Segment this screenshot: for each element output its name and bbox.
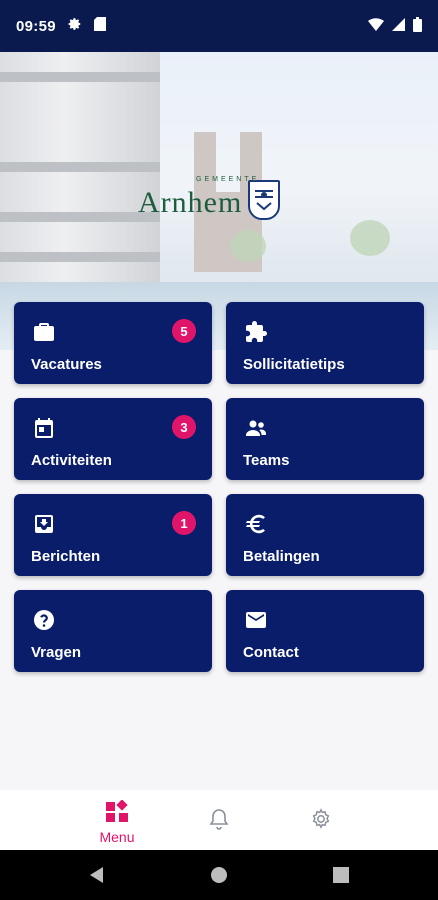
gear-icon <box>310 808 332 835</box>
status-time: 09:59 <box>16 17 56 35</box>
coat-of-arms-icon <box>248 180 281 220</box>
tile-label: Vragen <box>31 644 82 661</box>
wifi-icon <box>368 17 384 35</box>
mail-icon <box>244 608 268 632</box>
tile-label: Teams <box>243 452 290 469</box>
nav-menu-label: Menu <box>99 829 135 845</box>
back-icon[interactable] <box>88 866 106 889</box>
tile-label: Vacatures <box>31 356 102 373</box>
calendar-icon <box>32 416 56 440</box>
euro-icon <box>244 512 268 536</box>
home-icon[interactable] <box>210 866 228 889</box>
system-navigation-bar <box>0 850 438 900</box>
tile-label: Berichten <box>31 548 101 565</box>
status-right-icons <box>368 16 422 36</box>
tile-activiteiten[interactable]: 3 Activiteiten <box>14 398 212 480</box>
menu-grid-icon <box>106 799 128 827</box>
tile-vacatures[interactable]: 5 Vacatures <box>14 302 212 384</box>
sd-card-icon <box>93 17 106 35</box>
logo-name: Arnhem <box>138 186 243 219</box>
tile-label: Contact <box>243 644 299 661</box>
bell-icon <box>209 808 229 835</box>
tile-vragen[interactable]: Vragen <box>14 590 212 672</box>
people-icon <box>244 416 268 440</box>
notification-badge: 3 <box>172 415 196 439</box>
notification-badge: 1 <box>172 511 196 535</box>
tile-label: Activiteiten <box>31 452 112 469</box>
puzzle-icon <box>244 320 268 344</box>
tile-label: Sollicitatietips <box>243 356 345 373</box>
signal-icon <box>392 17 405 35</box>
tile-contact[interactable]: Contact <box>226 590 424 672</box>
tile-sollicitatietips[interactable]: Sollicitatietips <box>226 302 424 384</box>
tile-betalingen[interactable]: Betalingen <box>226 494 424 576</box>
nav-notifications[interactable] <box>189 790 249 850</box>
logo-subtitle: GEMEENTE <box>196 176 260 183</box>
help-circle-icon <box>32 608 56 632</box>
recents-icon[interactable] <box>332 866 350 889</box>
bottom-navigation: Menu <box>0 790 438 850</box>
municipality-logo: GEMEENTE Arnhem <box>138 176 281 220</box>
tile-berichten[interactable]: 1 Berichten <box>14 494 212 576</box>
nav-menu[interactable]: Menu <box>87 790 147 850</box>
tile-teams[interactable]: Teams <box>226 398 424 480</box>
nav-settings[interactable] <box>291 790 351 850</box>
inbox-icon <box>32 512 56 536</box>
gear-icon <box>68 17 82 35</box>
briefcase-icon <box>32 320 56 344</box>
battery-icon <box>413 16 422 36</box>
status-bar: 09:59 <box>0 0 438 52</box>
tile-label: Betalingen <box>243 548 320 565</box>
notification-badge: 5 <box>172 319 196 343</box>
